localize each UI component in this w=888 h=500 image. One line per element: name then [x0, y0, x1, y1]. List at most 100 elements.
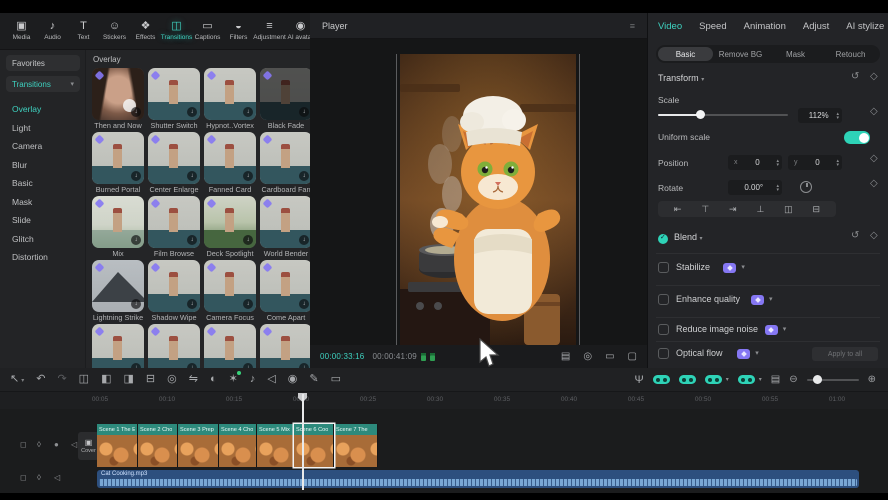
reset-icon[interactable]: ↺	[851, 71, 859, 82]
microphone-icon[interactable]: Ψ	[635, 374, 644, 386]
transition-thumb[interactable]: ↓	[92, 68, 144, 120]
align-top-icon[interactable]: ⊤	[701, 204, 709, 215]
transform-section-header[interactable]: Transform ▾	[658, 73, 704, 83]
ratio-icon[interactable]: ▭	[605, 351, 614, 362]
delete-button[interactable]: ⊟	[146, 374, 155, 385]
sidebar-item-basic[interactable]: Basic	[0, 174, 86, 193]
split-button[interactable]: ◫	[79, 374, 89, 385]
slider-thumb[interactable]	[696, 110, 705, 119]
transition-thumb[interactable]: ↓	[148, 260, 200, 312]
checkbox[interactable]	[658, 324, 669, 335]
keyframe-icon[interactable]: ◇	[870, 71, 878, 82]
zoom-out-icon[interactable]: ⊖	[789, 374, 797, 385]
mirror-button[interactable]: ◐	[210, 374, 217, 385]
magnetic-toggle[interactable]	[653, 375, 670, 384]
snapshot-icon[interactable]: ◎	[583, 351, 592, 362]
toolbar-item-captions[interactable]: ▭Captions	[192, 15, 223, 48]
trim-left-button[interactable]: ◧	[101, 374, 111, 385]
trim-right-button[interactable]: ◨	[123, 374, 133, 385]
transition-thumb[interactable]: ↓	[204, 324, 256, 368]
clip-scene-2-cho[interactable]: Scene 2 Cho	[138, 424, 178, 467]
track-hide-icon[interactable]: ●	[54, 440, 59, 449]
chevron-down-icon[interactable]: ▾	[759, 376, 762, 383]
select-tool[interactable]: ↖▾	[10, 374, 24, 385]
portrait-button[interactable]: ◉	[288, 374, 298, 385]
fullscreen-icon[interactable]: ▢	[628, 351, 637, 362]
toolbar-item-filters[interactable]: ◒Filters	[223, 15, 254, 48]
rotate-dial[interactable]	[800, 181, 812, 193]
timeline-ruler[interactable]: 00:0500:1000:1500:2000:2500:3000:3500:40…	[0, 392, 888, 409]
align-right-icon[interactable]: ⇥	[729, 204, 737, 215]
clip-scene-4-cho[interactable]: Scene 4 Cho	[219, 424, 257, 467]
transition-thumb[interactable]: ↓	[260, 196, 310, 248]
tab-adjust[interactable]: Adjust	[803, 21, 829, 32]
track-options-icon[interactable]: ◻	[20, 440, 27, 449]
chevron-down-icon[interactable]: ▾	[783, 325, 787, 333]
clip-scene-7-the[interactable]: Scene 7 The	[334, 424, 378, 467]
toolbar-item-transitions[interactable]: ◫Transitions	[161, 15, 192, 48]
transition-thumb[interactable]: ↓	[260, 68, 310, 120]
track-options-icon[interactable]: ◻	[20, 473, 27, 482]
transition-thumb[interactable]: ↓	[204, 68, 256, 120]
redo-button[interactable]: ↷	[57, 374, 66, 385]
keyframe-icon[interactable]: ◇	[870, 153, 878, 164]
toolbar-item-stickers[interactable]: ☺Stickers	[99, 15, 130, 48]
chevron-down-icon[interactable]: ▾	[741, 263, 745, 271]
toolbar-item-audio[interactable]: ♪Audio	[37, 15, 68, 48]
transition-thumb[interactable]: ↓	[204, 196, 256, 248]
transition-thumb[interactable]: ↓	[204, 260, 256, 312]
draw-button[interactable]: ✎	[309, 374, 318, 385]
sidebar-item-camera[interactable]: Camera	[0, 137, 86, 156]
track-display-icon[interactable]: ▤	[771, 374, 780, 385]
video-preview[interactable]	[400, 54, 576, 345]
uniform-scale-toggle[interactable]	[844, 131, 870, 144]
transition-thumb[interactable]: ↓	[148, 324, 200, 368]
toolbar-item-adjustment[interactable]: ≡Adjustment	[254, 15, 285, 48]
reset-icon[interactable]: ↺	[851, 230, 859, 241]
cover-button[interactable]: ▣ Cover	[78, 432, 99, 460]
quality-icon[interactable]: ▤	[561, 351, 570, 362]
blend-checkbox[interactable]	[658, 234, 668, 244]
enhancement-row-stabilize[interactable]: Stabilize▾	[648, 261, 888, 275]
sidebar-item-glitch[interactable]: Glitch	[0, 230, 86, 249]
audio-clip[interactable]: Cat Cooking.mp3	[97, 470, 859, 488]
enhancement-row-enhance-quality[interactable]: Enhance quality▾	[648, 293, 888, 307]
keyframe-icon[interactable]: ◇	[870, 178, 878, 189]
sidebar-item-mask[interactable]: Mask	[0, 193, 86, 212]
clip-scene-3-prep[interactable]: Scene 3 Prep	[178, 424, 219, 467]
transition-thumb[interactable]: ↓	[148, 196, 200, 248]
clip-scene-1-the-e[interactable]: Scene 1 The E	[97, 424, 138, 467]
transition-thumb[interactable]: ↓	[204, 132, 256, 184]
transition-thumb[interactable]: ↓	[260, 324, 310, 368]
transition-thumb[interactable]: ↓	[92, 132, 144, 184]
stepper-icon[interactable]: ▴▾	[776, 159, 779, 167]
tab-ai-stylize[interactable]: AI stylize	[846, 21, 884, 32]
stepper-icon[interactable]: ▴▾	[836, 112, 839, 120]
checkbox[interactable]	[658, 262, 669, 273]
enhancement-row-reduce-image-noise[interactable]: Reduce image noise▾	[648, 323, 888, 337]
display-button[interactable]: ▭	[331, 374, 341, 385]
rotate-field[interactable]: 0.00° ▴▾	[728, 180, 782, 195]
tab-speed[interactable]: Speed	[699, 21, 726, 32]
stepper-icon[interactable]: ▴▾	[776, 184, 779, 192]
checkbox[interactable]	[658, 348, 669, 359]
keyframe-icon[interactable]: ◇	[870, 230, 878, 241]
transition-thumb[interactable]: ↓	[92, 196, 144, 248]
transition-thumb[interactable]: ↓	[148, 68, 200, 120]
player-menu-icon[interactable]: ≡	[630, 21, 635, 31]
scale-value-field[interactable]: 112% ▴▾	[798, 108, 842, 123]
align-left-icon[interactable]: ⇤	[674, 204, 682, 215]
align-center-vertical-icon[interactable]: ⊟	[813, 204, 821, 215]
timeline-zoom-slider[interactable]	[807, 379, 859, 381]
smart-tool-button[interactable]: ✶	[229, 374, 238, 385]
subtab-mask[interactable]: Mask	[768, 47, 823, 61]
position-y-field[interactable]: y 0 ▴▾	[788, 155, 842, 170]
toolbar-item-media[interactable]: ▣Media	[6, 15, 37, 48]
transition-thumb[interactable]: ↓	[260, 132, 310, 184]
chevron-down-icon[interactable]: ▾	[769, 295, 773, 303]
toolbar-item-text[interactable]: TText	[68, 15, 99, 48]
subtab-retouch[interactable]: Retouch	[823, 47, 878, 61]
scale-slider[interactable]	[658, 114, 788, 116]
tab-animation[interactable]: Animation	[744, 21, 786, 32]
chevron-down-icon[interactable]: ▾	[755, 349, 759, 357]
